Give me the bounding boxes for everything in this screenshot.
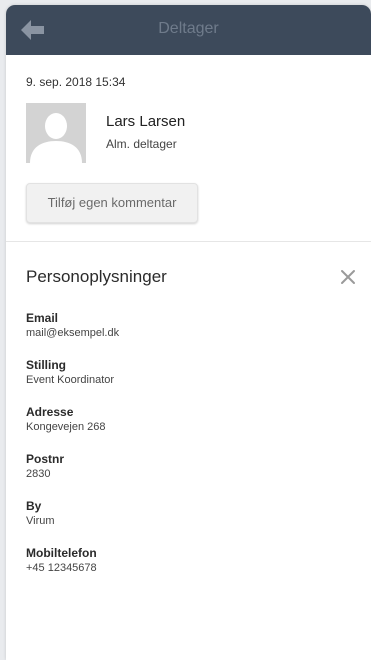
field-address: Adresse Kongevejen 268 [26, 405, 326, 434]
field-value: Kongevejen 268 [26, 421, 106, 433]
app-frame: Deltager 9. sep. 2018 15:34 Lars Larsen … [6, 5, 371, 660]
section-title: Personoplysninger [26, 267, 167, 286]
close-button[interactable] [339, 268, 357, 286]
field-position: Stilling Event Koordinator [26, 358, 326, 387]
field-value: +45 12345678 [26, 562, 97, 574]
field-label: Adresse [26, 405, 74, 419]
field-email: Email mail@eksempel.dk [26, 311, 326, 340]
field-city: By Virum [26, 499, 326, 528]
field-mobile: Mobiltelefon +45 12345678 [26, 546, 326, 575]
top-bar: Deltager [6, 5, 371, 55]
page-title: Deltager [158, 20, 219, 37]
field-value: Event Koordinator [26, 374, 115, 386]
person-role: Alm. deltager [106, 137, 177, 151]
add-comment-button[interactable]: Tilføj egen kommentar [26, 183, 198, 223]
entry-timestamp: 9. sep. 2018 15:34 [26, 75, 126, 89]
field-label: Postnr [26, 452, 65, 466]
field-postal-code: Postnr 2830 [26, 452, 326, 481]
person-silhouette-icon [26, 103, 86, 163]
avatar [26, 103, 86, 163]
field-label: By [26, 499, 42, 513]
person-name: Lars Larsen [106, 113, 186, 130]
field-value: Virum [26, 515, 55, 527]
field-label: Stilling [26, 358, 66, 372]
field-label: Email [26, 311, 59, 325]
close-icon [341, 270, 355, 284]
field-value: 2830 [26, 468, 51, 480]
field-value: mail@eksempel.dk [26, 327, 120, 339]
field-label: Mobiltelefon [26, 546, 97, 560]
section-divider [6, 241, 371, 242]
